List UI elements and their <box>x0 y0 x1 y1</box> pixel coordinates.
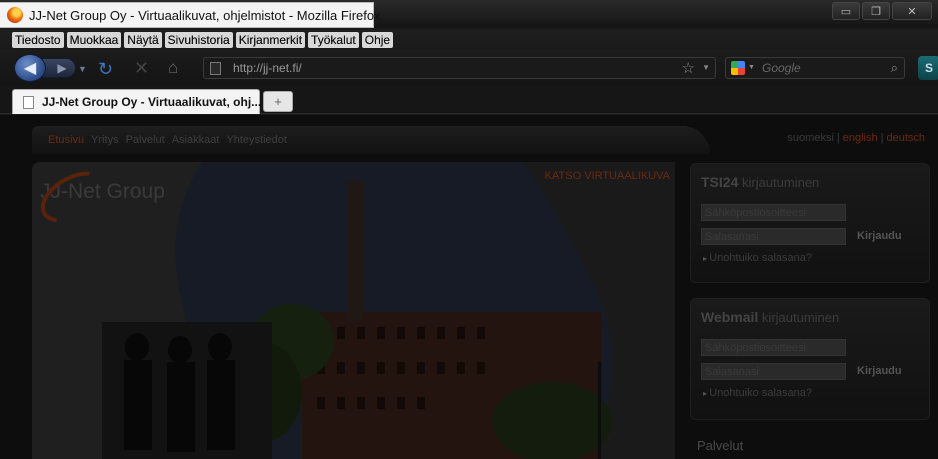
url-text[interactable]: http://jj-net.fi/ <box>233 61 302 75</box>
site-nav-links: Etusivu Yritys Palvelut Asiakkaat Yhteys… <box>48 134 287 146</box>
nav-yhteystiedot[interactable]: Yhteystiedot <box>226 134 287 146</box>
tsi24-login-button[interactable]: Kirjaudu <box>857 230 902 242</box>
menu-muokkaa[interactable]: Muokkaa <box>66 32 122 48</box>
tsi24-email-field[interactable]: Sähköpostiosoitteesi <box>701 204 846 221</box>
lang-separator: | <box>836 132 840 144</box>
webmail-password-field[interactable]: Salasanasi <box>701 363 846 380</box>
menu-bar: Tiedosto Muokkaa Näytä Sivuhistoria Kirj… <box>0 30 938 50</box>
tsi24-password-field[interactable]: Salasanasi <box>701 228 846 245</box>
site-logo[interactable]: JJ-Net Group <box>32 162 165 233</box>
close-icon[interactable]: ✕ <box>892 2 932 20</box>
panel-title: Webmail kirjautuminen <box>701 309 839 325</box>
search-icon[interactable]: ⌕ <box>891 60 898 76</box>
stop-icon[interactable]: ✕ <box>134 58 149 79</box>
menu-tiedosto[interactable]: Tiedosto <box>12 32 64 48</box>
view-virtual-tour-link[interactable]: KATSO VIRTUAALIKUVA <box>545 170 670 182</box>
hero-image[interactable]: JJ-Net Group KATSO VIRTUAALIKUVA <box>32 162 675 459</box>
window-title-text: JJ-Net Group Oy - Virtuaalikuvat, ohjelm… <box>29 7 381 23</box>
lang-deutsch[interactable]: deutsch <box>886 132 925 144</box>
tsi24-forgot-password-link[interactable]: Unohtuiko salasana? <box>703 252 812 264</box>
menu-nayta[interactable]: Näytä <box>124 32 162 48</box>
nav-etusivu[interactable]: Etusivu <box>48 134 84 146</box>
webmail-email-field[interactable]: Sähköpostiosoitteesi <box>701 339 846 356</box>
panel-title-bold: Webmail <box>701 309 759 325</box>
page-icon <box>210 62 221 75</box>
tsi24-login-panel: TSI24 kirjautuminen Sähköpostiosoitteesi… <box>690 163 930 283</box>
search-engine-dropdown-icon[interactable]: ▼ <box>748 64 755 71</box>
search-input[interactable]: Google <box>762 61 801 75</box>
new-tab-button[interactable]: + <box>263 91 293 112</box>
url-history-dropdown-icon[interactable]: ▼ <box>702 63 710 72</box>
url-bar[interactable]: http://jj-net.fi/ ☆ ▼ <box>203 57 716 79</box>
menu-tyokalut[interactable]: Työkalut <box>308 32 359 48</box>
menu-kirjanmerkit[interactable]: Kirjanmerkit <box>235 32 306 48</box>
webmail-login-button[interactable]: Kirjaudu <box>857 365 902 377</box>
forward-button[interactable]: ▶ <box>42 58 76 78</box>
firefox-window: JJ-Net Group Oy - Virtuaalikuvat, ohjelm… <box>0 0 938 459</box>
window-title: JJ-Net Group Oy - Virtuaalikuvat, ohjelm… <box>0 2 381 28</box>
tab-strip: JJ-Net Group Oy - Virtuaalikuvat, ohj...… <box>0 86 938 114</box>
home-icon[interactable]: ⌂ <box>168 58 178 78</box>
extension-button[interactable]: S <box>918 56 938 80</box>
minimize-icon[interactable]: ▭ <box>832 2 860 20</box>
nav-yritys[interactable]: Yritys <box>91 134 119 146</box>
nav-asiakkaat[interactable]: Asiakkaat <box>172 134 220 146</box>
tab-jj-net[interactable]: JJ-Net Group Oy - Virtuaalikuvat, ohj... <box>12 89 262 114</box>
reload-icon[interactable]: ↻ <box>98 59 113 80</box>
language-selector: suomeksi | english | deutsch <box>787 132 925 144</box>
panel-title: TSI24 kirjautuminen <box>701 174 819 190</box>
menu-ohje[interactable]: Ohje <box>361 32 394 48</box>
back-button[interactable]: ◀ <box>14 54 46 82</box>
window-controls: ▭ ❐ ✕ <box>832 2 932 20</box>
webmail-login-panel: Webmail kirjautuminen Sähköpostiosoittee… <box>690 298 930 420</box>
lang-english[interactable]: english <box>843 132 878 144</box>
restore-icon[interactable]: ❐ <box>862 2 890 20</box>
lang-suomeksi[interactable]: suomeksi <box>787 132 833 144</box>
services-heading: Palvelut <box>697 438 744 453</box>
web-page: Etusivu Yritys Palvelut Asiakkaat Yhteys… <box>0 115 938 459</box>
page-icon <box>23 95 34 109</box>
google-icon[interactable] <box>731 61 745 75</box>
history-dropdown-icon[interactable]: ▼ <box>78 64 87 74</box>
lang-separator: | <box>880 132 884 144</box>
site-nav-curve <box>650 126 710 154</box>
tab-label: JJ-Net Group Oy - Virtuaalikuvat, ohj... <box>42 95 262 109</box>
panel-title-rest: kirjautuminen <box>758 310 840 325</box>
firefox-logo-icon <box>7 7 23 23</box>
webmail-forgot-password-link[interactable]: Unohtuiko salasana? <box>703 387 812 399</box>
search-bar[interactable]: ▼ Google ⌕ <box>725 57 905 79</box>
hero-illustration <box>32 162 675 459</box>
menu-sivuhistoria[interactable]: Sivuhistoria <box>164 32 233 48</box>
panel-title-rest: kirjautuminen <box>738 175 820 190</box>
panel-title-bold: TSI24 <box>701 174 739 190</box>
title-bar: JJ-Net Group Oy - Virtuaalikuvat, ohjelm… <box>0 0 938 28</box>
nav-palvelut[interactable]: Palvelut <box>126 134 165 146</box>
navigation-toolbar: ▶ ◀ ▼ ↻ ✕ ⌂ http://jj-net.fi/ ☆ ▼ ▼ Goog… <box>0 50 938 86</box>
bookmark-star-icon[interactable]: ☆ <box>682 59 695 77</box>
